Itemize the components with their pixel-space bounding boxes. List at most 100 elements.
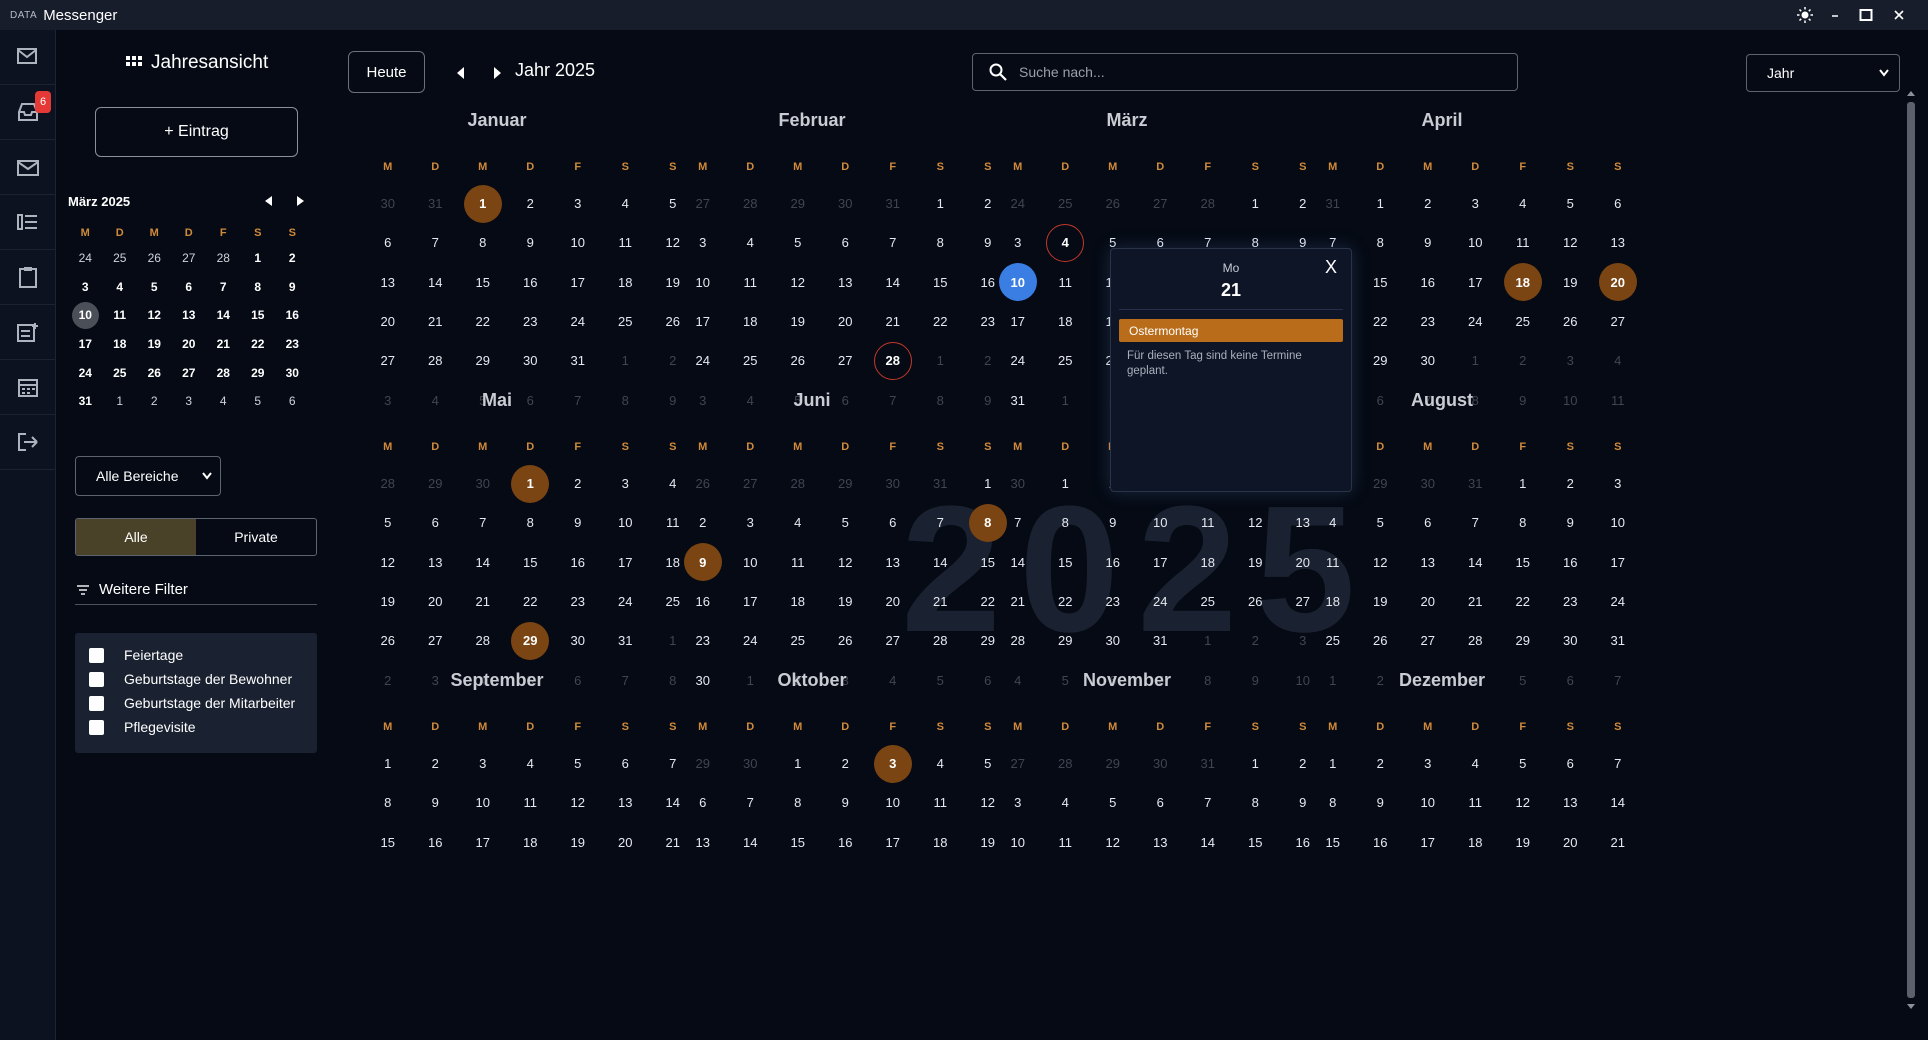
day-cell[interactable]: 31 (602, 621, 650, 660)
holiday-day[interactable]: 9 (679, 543, 727, 582)
day-cell[interactable]: 12 (1499, 783, 1547, 822)
day-cell[interactable]: 10 (679, 263, 727, 302)
day-cell[interactable]: 20 (822, 302, 870, 341)
day-cell[interactable]: 8 (774, 783, 822, 822)
day-cell[interactable]: 23 (1404, 302, 1452, 341)
day-cell[interactable]: 18 (1452, 823, 1500, 862)
day-cell[interactable]: 31 (412, 184, 460, 223)
day-cell[interactable]: 23 (679, 621, 727, 660)
day-cell[interactable]: 11 (1042, 263, 1090, 302)
day-cell[interactable]: 15 (1309, 823, 1357, 862)
day-cell[interactable]: 24 (1594, 582, 1642, 621)
day-cell[interactable]: 6 (412, 503, 460, 542)
day-cell[interactable]: 3 (602, 464, 650, 503)
day-cell[interactable]: 25 (1042, 184, 1090, 223)
day-cell[interactable]: 2 (822, 744, 870, 783)
day-cell[interactable]: 4 (727, 223, 775, 262)
inbox-icon[interactable]: 6 (0, 85, 56, 140)
day-cell[interactable]: 14 (994, 543, 1042, 582)
day-cell[interactable]: 12 (1089, 823, 1137, 862)
scrollbar[interactable] (1904, 90, 1918, 1010)
day-cell[interactable]: 6 (1594, 184, 1642, 223)
day-cell[interactable]: 31 (1137, 621, 1185, 660)
day-cell[interactable]: 8 (507, 503, 555, 542)
day-cell[interactable]: 23 (554, 582, 602, 621)
mini-day[interactable]: 27 (172, 244, 207, 273)
mini-day[interactable]: 28 (206, 358, 241, 387)
day-cell[interactable]: 10 (554, 223, 602, 262)
day-cell[interactable]: 31 (869, 184, 917, 223)
today-button[interactable]: Heute (348, 51, 425, 93)
day-cell[interactable]: 5 (1089, 783, 1137, 822)
day-cell[interactable]: 8 (1499, 503, 1547, 542)
mini-day[interactable]: 25 (103, 244, 138, 273)
mini-day[interactable]: 21 (206, 330, 241, 359)
day-cell[interactable]: 16 (554, 543, 602, 582)
day-cell[interactable]: 12 (822, 543, 870, 582)
day-cell[interactable]: 28 (1452, 621, 1500, 660)
day-cell[interactable]: 10 (602, 503, 650, 542)
day-cell[interactable]: 24 (602, 582, 650, 621)
day-cell[interactable]: 28 (364, 464, 412, 503)
day-cell[interactable]: 8 (364, 783, 412, 822)
mini-day[interactable]: 23 (275, 330, 310, 359)
more-filters-toggle[interactable]: Weitere Filter (75, 575, 317, 605)
month-name[interactable]: Juni (667, 390, 957, 420)
day-cell[interactable]: 23 (1089, 582, 1137, 621)
day-cell[interactable]: 28 (917, 621, 965, 660)
month-name[interactable]: April (1297, 110, 1587, 140)
day-cell[interactable]: 14 (459, 543, 507, 582)
filter-geburtstage-bewohner[interactable]: Geburtstage der Bewohner (75, 667, 317, 691)
minimize-icon[interactable] (1820, 0, 1850, 30)
day-cell[interactable]: 5 (1357, 503, 1405, 542)
day-cell[interactable]: 19 (1547, 263, 1595, 302)
day-cell[interactable]: 2 (1499, 341, 1547, 380)
day-cell[interactable]: 1 (1184, 621, 1232, 660)
day-cell[interactable]: 21 (412, 302, 460, 341)
day-cell[interactable]: 10 (1137, 503, 1185, 542)
theme-toggle-icon[interactable] (1790, 0, 1820, 30)
day-cell[interactable]: 24 (1452, 302, 1500, 341)
day-cell[interactable]: 31 (1309, 184, 1357, 223)
day-cell[interactable]: 14 (1184, 823, 1232, 862)
day-cell[interactable]: 17 (554, 263, 602, 302)
day-cell[interactable]: 19 (822, 582, 870, 621)
day-cell[interactable]: 11 (1452, 783, 1500, 822)
day-cell[interactable]: 8 (1042, 503, 1090, 542)
day-cell[interactable]: 21 (1452, 582, 1500, 621)
day-cell[interactable]: 29 (774, 184, 822, 223)
day-cell[interactable]: 30 (994, 464, 1042, 503)
day-cell[interactable]: 4 (507, 744, 555, 783)
day-cell[interactable]: 25 (1042, 341, 1090, 380)
mini-day[interactable]: 3 (68, 273, 103, 302)
day-cell[interactable]: 17 (994, 302, 1042, 341)
mini-day[interactable]: 28 (206, 244, 241, 273)
day-cell[interactable]: 22 (459, 302, 507, 341)
mini-day[interactable]: 6 (275, 387, 310, 416)
day-cell[interactable]: 7 (1452, 503, 1500, 542)
day-cell[interactable]: 10 (1404, 783, 1452, 822)
open-mail-icon[interactable] (0, 140, 56, 195)
day-cell[interactable]: 5 (774, 223, 822, 262)
day-cell[interactable]: 3 (679, 223, 727, 262)
mini-day[interactable]: 3 (172, 387, 207, 416)
day-cell[interactable]: 2 (679, 503, 727, 542)
day-cell[interactable]: 8 (459, 223, 507, 262)
day-cell[interactable]: 7 (917, 503, 965, 542)
calendar-icon[interactable] (0, 360, 56, 415)
day-cell[interactable]: 16 (1547, 543, 1595, 582)
maximize-icon[interactable] (1851, 0, 1881, 30)
day-cell[interactable]: 17 (1452, 263, 1500, 302)
mini-day[interactable]: 5 (241, 387, 276, 416)
day-cell[interactable]: 21 (917, 582, 965, 621)
checkbox[interactable] (89, 695, 104, 711)
day-cell[interactable]: 7 (459, 503, 507, 542)
day-cell[interactable]: 26 (364, 621, 412, 660)
day-cell[interactable]: 20 (412, 582, 460, 621)
day-cell[interactable]: 11 (917, 783, 965, 822)
mini-day-today[interactable]: 10 (71, 301, 99, 329)
month-name[interactable]: Februar (667, 110, 957, 140)
mini-day[interactable]: 1 (241, 244, 276, 273)
day-cell[interactable]: 21 (869, 302, 917, 341)
mini-day[interactable]: 27 (172, 358, 207, 387)
